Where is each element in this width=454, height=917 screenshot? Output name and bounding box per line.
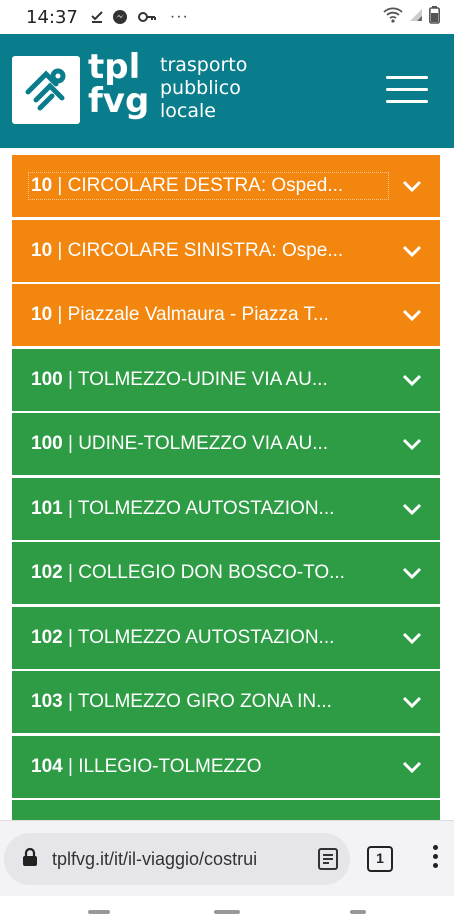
line-separator: | [62,433,79,454]
reader-mode-icon[interactable] [316,847,340,876]
status-notification-icons: ··· [90,8,189,26]
line-label: 102 | TOLMEZZO AUTOSTAZION... [31,627,386,649]
line-number: 101 [31,497,63,519]
url-text[interactable]: tplfvg.it/it/il-viaggio/costrui [52,849,292,870]
brand-line-1: tpl [88,47,141,87]
line-accordion-item[interactable]: 100 | TOLMEZZO-UDINE VIA AU... [12,348,440,411]
key-icon [137,11,156,23]
line-separator: | [62,562,79,583]
line-label: 102 | COLLEGIO DON BOSCO-TO... [31,562,386,584]
line-accordion-item[interactable]: 10 | Piazzale Valmaura - Piazza T... [12,284,440,346]
status-system-icons [383,5,440,29]
line-accordion-item[interactable]: 10 | CIRCOLARE SINISTRA: Ospe... [12,219,440,282]
line-name: ILLEGIO-TOLMEZZO [78,755,262,777]
line-separator: | [62,626,78,648]
line-label: 10 | Piazzale Valmaura - Piazza T... [31,304,386,326]
line-name: CIRCOLARE SINISTRA: Ospe... [67,239,344,261]
line-separator: | [52,304,68,325]
line-name: TOLMEZZO AUTOSTAZION... [77,626,335,648]
subtitle-line-3: locale [160,100,216,122]
line-number: 104 [31,755,63,777]
line-separator: | [62,755,79,777]
status-time: 14:37 [26,6,78,28]
line-accordion-item[interactable]: 10 | CIRCOLARE DESTRA: Osped... [12,155,440,217]
line-label: 103 | TOLMEZZO GIRO ZONA IN... [31,691,386,713]
chevron-down-icon[interactable] [402,180,422,192]
line-label: 104 | ILLEGIO-TOLMEZZO [31,756,386,778]
line-name: TOLMEZZO-UDINE VIA AU... [77,368,328,390]
chevron-down-icon[interactable] [402,632,422,644]
browser-toolbar: tplfvg.it/it/il-viaggio/costrui 1 [0,820,454,896]
back-nav-icon[interactable] [350,910,366,914]
wifi-icon [383,7,403,28]
brand-line-2: fvg [88,81,150,121]
line-label: 101 | TOLMEZZO AUTOSTAZION... [31,498,386,520]
line-separator: | [52,239,68,261]
line-name: Piazzale Valmaura - Piazza T... [67,304,329,325]
line-label: 100 | TOLMEZZO-UDINE VIA AU... [31,369,386,391]
line-separator: | [62,691,78,712]
line-number: 10 [31,239,53,261]
site-header: tpl fvg trasporto pubblico locale [0,34,454,148]
more-notifications-indicator: ··· [169,8,189,25]
line-separator: | [62,497,78,519]
chevron-down-icon[interactable] [402,761,422,773]
address-bar[interactable]: tplfvg.it/it/il-viaggio/costrui [4,833,350,885]
line-label: 100 | UDINE-TOLMEZZO VIA AU... [31,433,386,455]
lock-icon[interactable] [22,847,38,872]
home-nav-icon[interactable] [214,910,240,914]
line-number: 102 [31,626,63,648]
chevron-down-icon[interactable] [402,503,422,515]
chevron-down-icon[interactable] [402,696,422,708]
line-number: 10 [31,175,53,196]
tpl-logo-icon[interactable] [12,56,80,124]
messenger-icon [112,9,130,25]
line-name: TOLMEZZO GIRO ZONA IN... [77,691,332,712]
tab-switcher-button[interactable]: 1 [367,846,393,872]
brand-subtitle: trasporto pubblico locale [160,54,247,123]
line-number: 102 [31,562,63,583]
brand-logo-text: tpl fvg [88,50,149,118]
line-accordion-item[interactable]: 102 | TOLMEZZO AUTOSTAZION... [12,606,440,669]
line-accordion-item[interactable]: 102 | COLLEGIO DON BOSCO-TO... [12,542,440,604]
battery-icon [429,5,440,29]
hamburger-menu-icon[interactable] [386,74,428,106]
recents-nav-icon[interactable] [88,910,110,914]
chevron-down-icon[interactable] [402,374,422,386]
line-number: 100 [31,368,63,390]
system-nav-bar [0,896,454,917]
signal-icon [409,8,423,27]
chevron-down-icon[interactable] [402,245,422,257]
line-accordion-item[interactable]: 104 | ILLEGIO-TOLMEZZO [12,735,440,798]
line-accordion-item[interactable]: 103 | TOLMEZZO GIRO ZONA IN... [12,671,440,733]
download-done-icon [90,10,104,24]
subtitle-line-1: trasporto [160,54,248,76]
line-name: TOLMEZZO AUTOSTAZION... [77,497,335,519]
chevron-down-icon[interactable] [402,438,422,450]
chevron-down-icon[interactable] [402,567,422,579]
line-name: UDINE-TOLMEZZO VIA AU... [78,433,329,454]
subtitle-line-2: pubblico [160,77,241,99]
line-name: CIRCOLARE DESTRA: Osped... [67,175,344,196]
chevron-down-icon[interactable] [402,309,422,321]
line-label: 10 | CIRCOLARE SINISTRA: Ospe... [31,240,386,262]
line-number: 100 [31,433,63,454]
line-separator: | [62,368,78,390]
browser-overflow-menu-icon[interactable] [428,845,442,875]
line-accordion-item[interactable]: 101 | TOLMEZZO AUTOSTAZION... [12,477,440,540]
line-label: 10 | CIRCOLARE DESTRA: Osped... [28,172,389,200]
line-separator: | [52,175,68,196]
line-number: 103 [31,691,63,712]
line-list: 10 | CIRCOLARE DESTRA: Osped... 10 | CIRC… [12,155,440,865]
status-bar: 14:37 ··· [0,0,454,34]
line-accordion-item[interactable]: 100 | UDINE-TOLMEZZO VIA AU... [12,413,440,475]
line-number: 10 [31,304,53,325]
line-name: COLLEGIO DON BOSCO-TO... [78,562,345,583]
